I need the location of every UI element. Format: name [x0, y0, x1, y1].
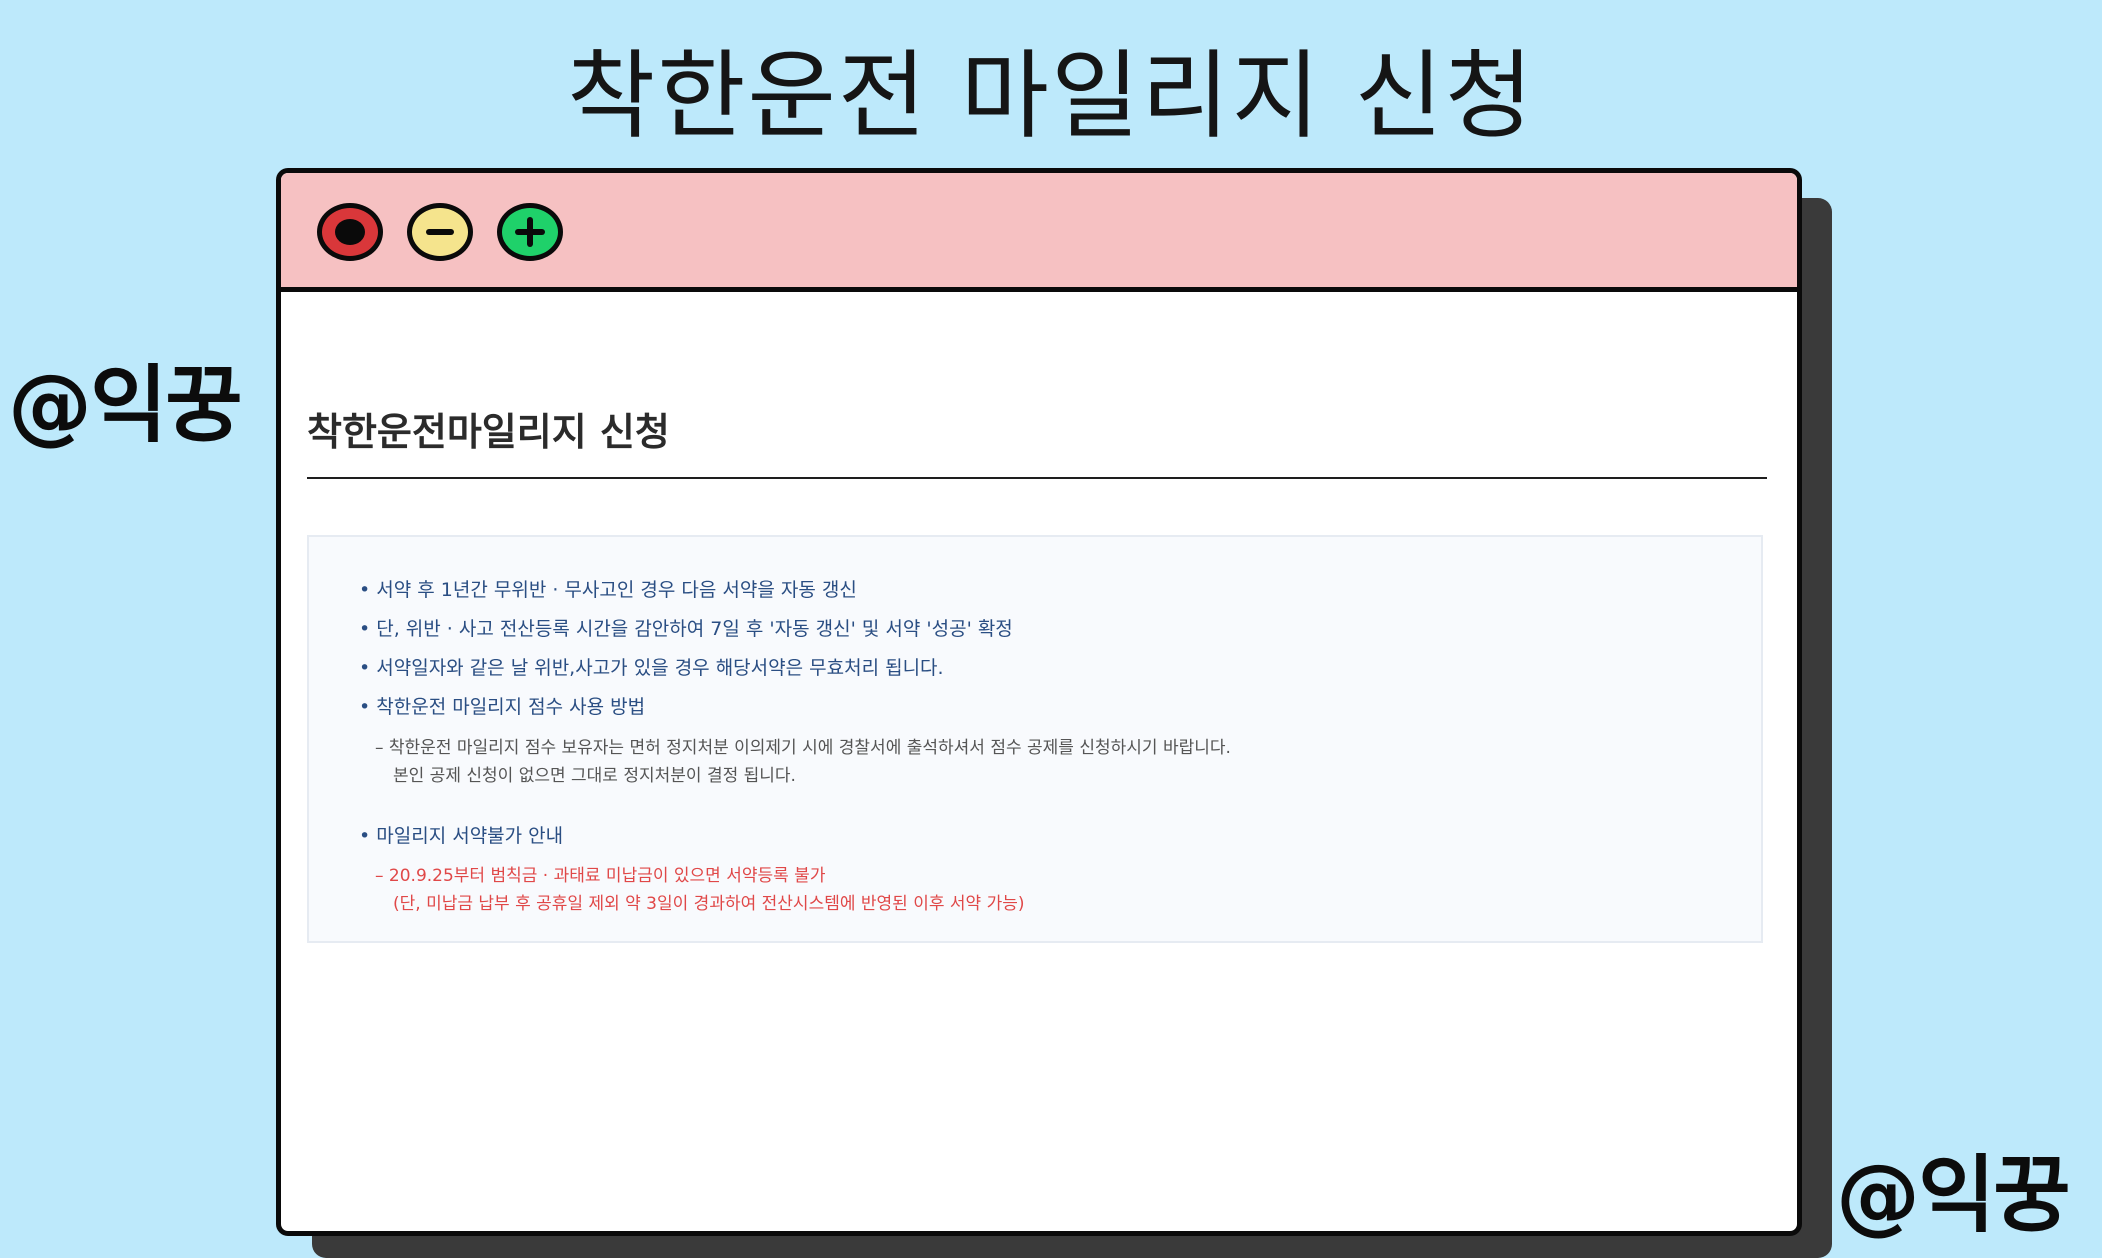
minimize-button[interactable] — [407, 203, 473, 261]
notice-sub-4-1: 착한운전 마일리지 점수 보유자는 면허 정지처분 이의제기 시에 경찰서에 출… — [375, 733, 1231, 758]
close-icon — [335, 219, 365, 245]
title-divider — [307, 477, 1767, 479]
close-button[interactable] — [317, 203, 383, 261]
page-title: 착한운전마일리지 신청 — [307, 410, 670, 454]
notice-bullet-2: 단, 위반 · 사고 전산등록 시간을 감안하여 7일 후 '자동 갱신' 및 … — [359, 614, 1013, 641]
watermark-left: @익꿍 — [8, 356, 243, 454]
notice-bullet-1: 서약 후 1년간 무위반 · 무사고인 경우 다음 서약을 자동 갱신 — [359, 575, 857, 602]
notice-bullet-5: 마일리지 서약불가 안내 — [359, 821, 563, 848]
notice-bullet-4: 착한운전 마일리지 점수 사용 방법 — [359, 692, 645, 719]
plus-icon-vertical — [527, 217, 533, 247]
notice-sub-4-2: 본인 공제 신청이 없으면 그대로 정지처분이 결정 됩니다. — [393, 766, 796, 786]
notice-sub-5-2: (단, 미납금 납부 후 공휴일 제외 약 3일이 경과하여 전산시스템에 반영… — [393, 894, 1025, 914]
notice-bullet-3: 서약일자와 같은 날 위반,사고가 있을 경우 해당서약은 무효처리 됩니다. — [359, 653, 943, 680]
heading: 착한운전 마일리지 신청 — [566, 40, 1536, 152]
watermark-right: @익꿍 — [1836, 1146, 2071, 1244]
maximize-button[interactable] — [497, 203, 563, 261]
window-titlebar — [281, 173, 1797, 292]
notice-sub-5-1: 20.9.25부터 범칙금 · 과태료 미납금이 있으면 서약등록 불가 — [375, 861, 826, 886]
browser-window: 착한운전마일리지 신청 서약 후 1년간 무위반 · 무사고인 경우 다음 서약… — [276, 168, 1802, 1236]
minus-icon — [426, 229, 454, 235]
notice-box: 서약 후 1년간 무위반 · 무사고인 경우 다음 서약을 자동 갱신 단, 위… — [307, 535, 1763, 943]
